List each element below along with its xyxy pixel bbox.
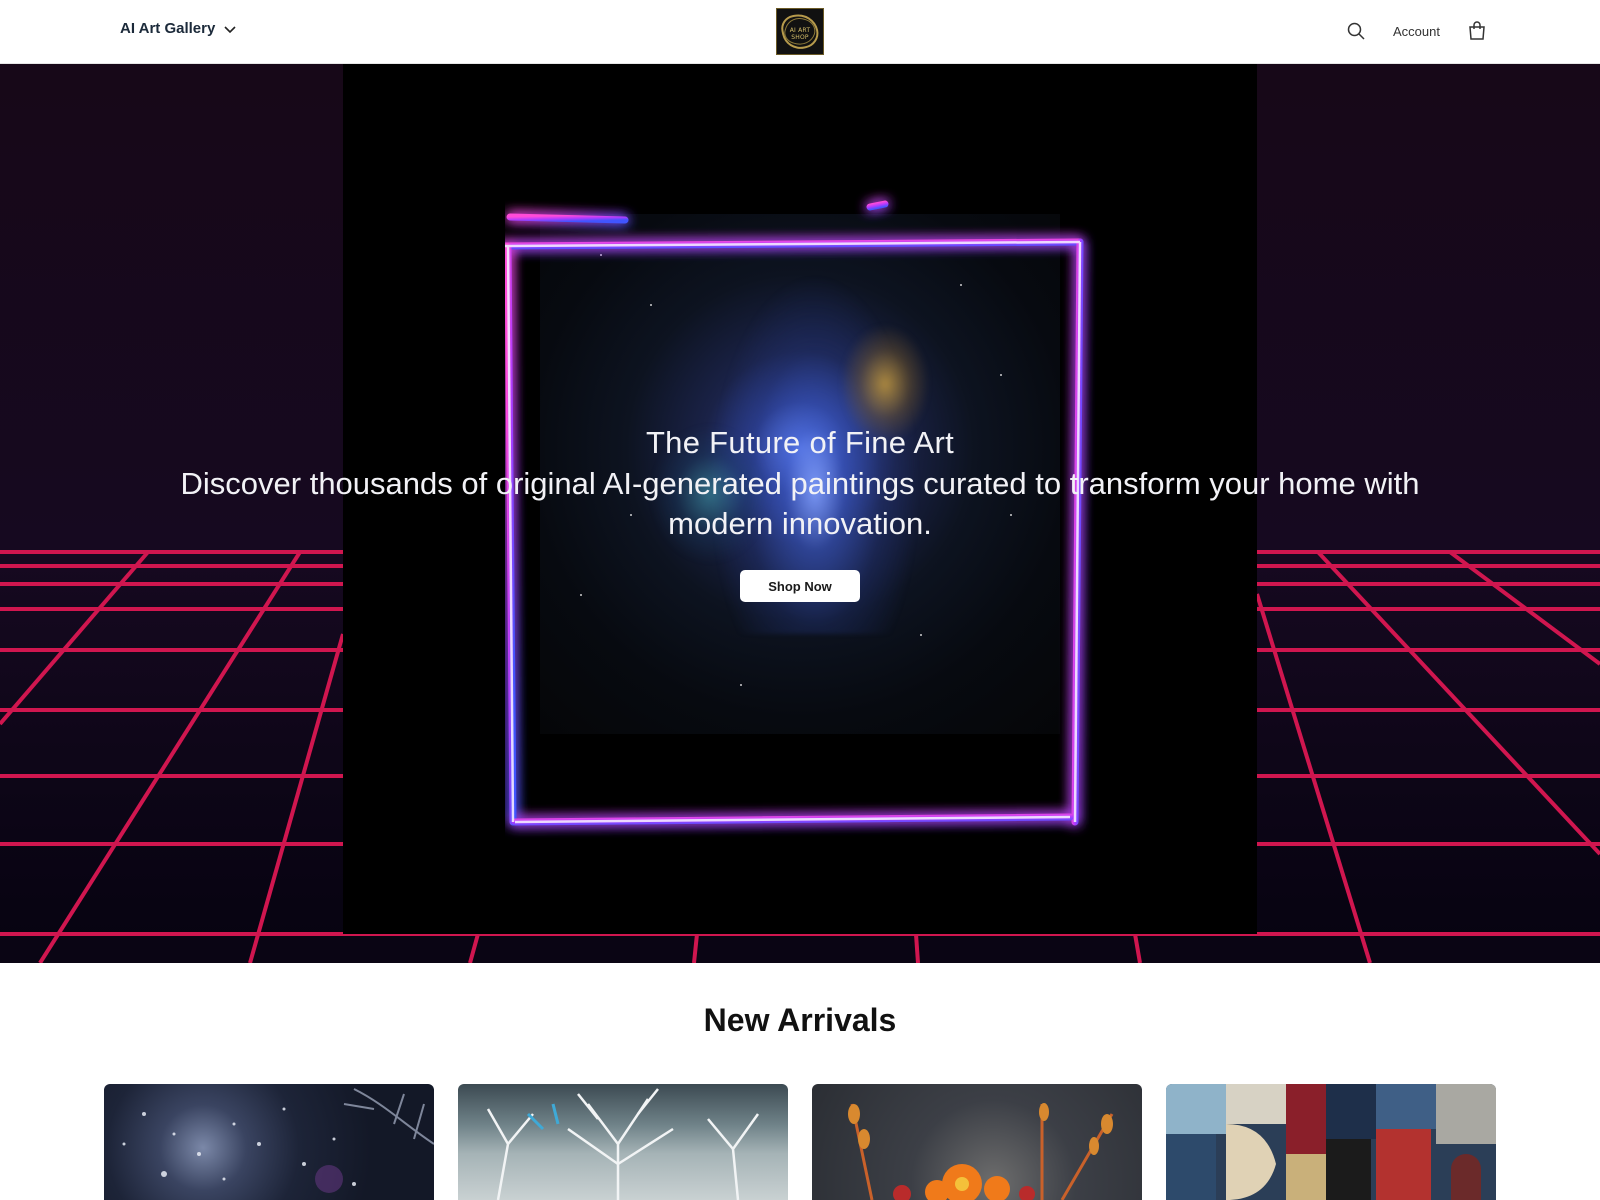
site-header: AI Art Gallery AI ART SHOP Account	[0, 0, 1600, 64]
shop-now-button[interactable]: Shop Now	[740, 570, 860, 602]
product-card-2[interactable]	[458, 1084, 788, 1200]
hero-subtitle: Discover thousands of original AI-genera…	[180, 466, 1420, 541]
product-card-4[interactable]	[1166, 1084, 1496, 1200]
white-trees-painting	[486, 1088, 760, 1200]
hero-banner: The Future of Fine Art Discover thousand…	[0, 64, 1600, 963]
bag-icon[interactable]	[1466, 20, 1488, 42]
orange-flowers-painting	[848, 1103, 1114, 1200]
site-logo[interactable]: AI ART SHOP	[776, 8, 824, 55]
chevron-down-icon	[224, 25, 236, 33]
hero-title: The Future of Fine Art	[645, 425, 955, 460]
starry-tree-painting	[122, 1088, 434, 1193]
gallery-menu-dropdown[interactable]: AI Art Gallery	[120, 20, 237, 37]
product-card-3[interactable]	[812, 1084, 1142, 1200]
account-link[interactable]: Account	[1393, 24, 1440, 39]
gallery-menu-label: AI Art Gallery	[120, 20, 216, 37]
search-icon[interactable]	[1345, 20, 1367, 42]
header-actions: Account	[1345, 20, 1488, 42]
logo-text: AI ART SHOP	[789, 27, 811, 41]
abstract-geometric-painting	[1166, 1084, 1496, 1200]
product-card-1[interactable]	[104, 1084, 434, 1200]
hero-text-block: The Future of Fine Art Discover thousand…	[0, 424, 1600, 544]
new-arrivals-title: New Arrivals	[703, 1002, 897, 1038]
